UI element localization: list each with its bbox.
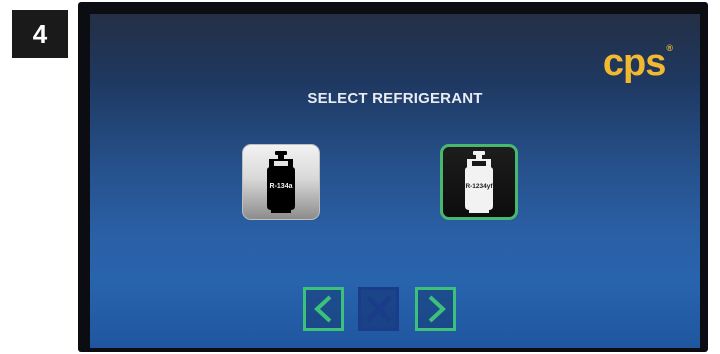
refrigerant-tank-icon: R-134a bbox=[261, 150, 301, 214]
chevron-left-icon bbox=[313, 295, 331, 323]
device-screen: cps® SELECT REFRIGERANT R-134a R-1234yf bbox=[90, 14, 700, 348]
refrigerant-label-r134a: R-134a bbox=[269, 183, 293, 190]
refrigerant-tank-icon: R-1234yf bbox=[459, 150, 499, 214]
refrigerant-option-r134a[interactable]: R-134a bbox=[242, 144, 320, 220]
screen-title: SELECT REFRIGERANT bbox=[307, 90, 483, 107]
cancel-button[interactable] bbox=[358, 287, 399, 331]
refrigerant-label-r1234yf: R-1234yf bbox=[465, 183, 493, 190]
step-number-badge: 4 bbox=[12, 10, 68, 58]
chevron-right-icon bbox=[428, 295, 446, 323]
refrigerant-option-r1234yf[interactable]: R-1234yf bbox=[440, 144, 518, 220]
forward-button[interactable] bbox=[415, 287, 456, 331]
page: 4 cps® SELECT REFRIGERANT R-134a R-1234y… bbox=[0, 0, 720, 354]
back-button[interactable] bbox=[303, 287, 344, 331]
x-icon bbox=[365, 295, 392, 323]
logo-text: cps bbox=[602, 42, 666, 84]
registered-mark: ® bbox=[666, 43, 673, 53]
cps-logo: cps® bbox=[602, 42, 673, 84]
